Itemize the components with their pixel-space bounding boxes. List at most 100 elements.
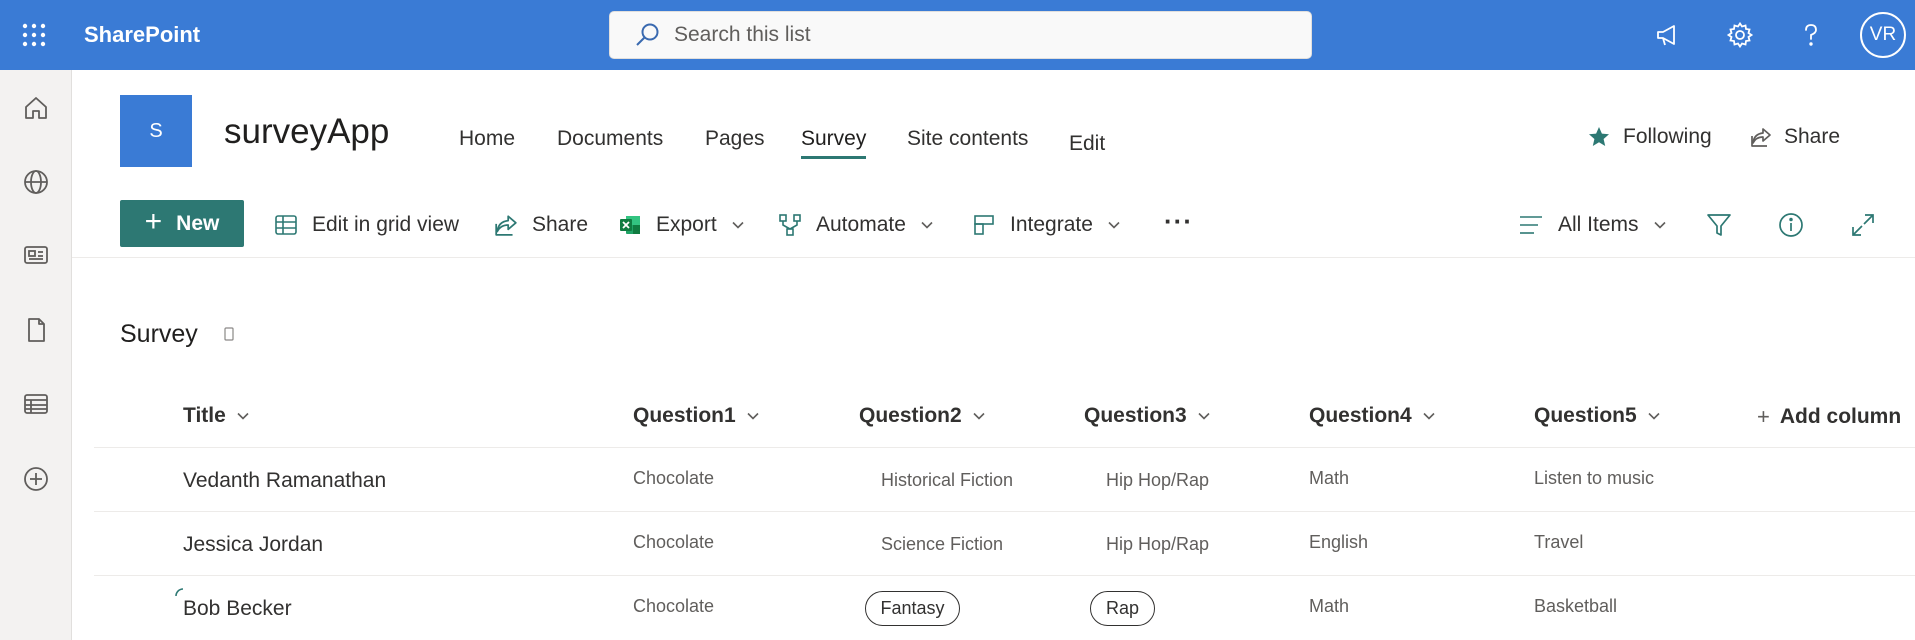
cell-question3: Hip Hop/Rap (1106, 470, 1210, 490)
filter-icon[interactable] (1702, 208, 1736, 242)
chevron-down-icon (747, 412, 759, 420)
cell-question4: Math (1309, 596, 1350, 616)
table-row[interactable]: Vedanth Ramanathan Chocolate Historical … (94, 448, 1915, 511)
view-selector[interactable]: All Items (1518, 210, 1667, 240)
cell-question5: Travel (1534, 532, 1584, 552)
column-header-title[interactable]: Title (183, 404, 250, 428)
search-input[interactable] (674, 23, 1274, 47)
cell-question2: Science Fiction (881, 534, 1004, 554)
expand-icon[interactable] (1846, 208, 1880, 242)
column-header-label: Question2 (859, 404, 962, 427)
column-header-label: Question3 (1084, 404, 1187, 427)
site-title[interactable]: surveyApp (224, 112, 389, 152)
loading-spinner-icon (175, 588, 184, 597)
edit-grid-view-button[interactable]: Edit in grid view (274, 210, 459, 240)
plus-icon: + (1757, 404, 1770, 429)
search-box[interactable] (609, 11, 1312, 59)
star-icon (1589, 127, 1609, 146)
site-share-label: Share (1784, 125, 1841, 148)
file-icon[interactable] (16, 310, 56, 350)
suite-bar: SharePoint VR (0, 0, 1915, 70)
megaphone-icon[interactable] (1650, 17, 1686, 53)
integrate-icon (974, 215, 994, 235)
waffle-icon[interactable] (14, 15, 54, 55)
excel-icon (620, 216, 640, 234)
cell-question1: Chocolate (633, 596, 715, 616)
add-column-button[interactable]: + Add column (1757, 404, 1901, 430)
column-header-label: Question1 (633, 404, 736, 427)
integrate-button[interactable]: Integrate (972, 210, 1121, 240)
cell-title[interactable]: Bob Becker (183, 597, 292, 621)
following-label: Following (1623, 125, 1712, 148)
column-header-question5[interactable]: Question5 (1534, 404, 1661, 428)
nav-documents[interactable]: Documents (557, 127, 663, 151)
nav-site-contents[interactable]: Site contents (907, 127, 1028, 151)
automate-button[interactable]: Automate (778, 210, 934, 240)
nav-home[interactable]: Home (459, 127, 515, 151)
cell-question3: Hip Hop/Rap (1106, 534, 1210, 554)
automate-label: Automate (816, 213, 906, 236)
choice-pill: Rap (1090, 591, 1155, 626)
chevron-down-icon (237, 412, 249, 420)
column-header-question2[interactable]: Question2 (859, 404, 986, 428)
globe-icon[interactable] (16, 162, 56, 202)
list-view-icon (1520, 216, 1542, 234)
cell-question1: Chocolate (633, 532, 715, 552)
view-label: All Items (1558, 213, 1639, 236)
nav-edit[interactable]: Edit (1069, 132, 1105, 156)
chevron-down-icon (1648, 412, 1660, 420)
grid-icon (275, 215, 297, 235)
site-share-button[interactable]: Share (1750, 125, 1840, 149)
new-label: New (176, 211, 220, 235)
cell-question5: Listen to music (1534, 468, 1655, 488)
chevron-down-icon (973, 412, 985, 420)
column-header-label: Question4 (1309, 404, 1412, 427)
news-icon[interactable] (16, 235, 56, 275)
app-name[interactable]: SharePoint (84, 22, 200, 48)
more-button[interactable]: ··· (1164, 206, 1193, 236)
column-header-label: Title (183, 404, 226, 427)
edit-grid-label: Edit in grid view (312, 213, 460, 236)
chevron-down-icon (1423, 412, 1435, 420)
column-header-question4[interactable]: Question4 (1309, 404, 1436, 428)
list-icon[interactable] (16, 384, 56, 424)
export-label: Export (656, 213, 717, 236)
avatar[interactable]: VR (1860, 12, 1906, 58)
info-icon[interactable] (1774, 208, 1808, 242)
list-title: Survey (120, 320, 198, 348)
cell-question2: Historical Fiction (881, 470, 1014, 490)
cell-question4: English (1309, 532, 1369, 552)
following-button[interactable]: Following (1587, 125, 1712, 149)
nav-pages[interactable]: Pages (705, 127, 765, 151)
gear-icon[interactable] (1722, 17, 1758, 53)
site-logo[interactable]: S (120, 95, 192, 167)
column-header-question3[interactable]: Question3 (1084, 404, 1211, 428)
share-button[interactable]: Share (494, 210, 588, 240)
chevron-down-icon (732, 221, 744, 229)
cell-question1: Chocolate (633, 468, 715, 488)
cell-question5: Basketball (1534, 596, 1618, 616)
table-row[interactable]: Jessica Jordan Chocolate Science Fiction… (94, 512, 1915, 575)
choice-pill: Fantasy (865, 591, 960, 626)
share-icon (495, 215, 517, 236)
cell-title[interactable]: Vedanth Ramanathan (183, 469, 386, 493)
command-bar-divider (72, 257, 1915, 258)
cell-question4: Math (1309, 468, 1350, 488)
add-icon[interactable] (16, 459, 56, 499)
chevron-down-icon (1108, 221, 1120, 229)
share-label: Share (532, 213, 589, 236)
chevron-down-icon (1198, 412, 1210, 420)
export-button[interactable]: Export (618, 210, 745, 240)
integrate-label: Integrate (1010, 213, 1093, 236)
list-info-icon[interactable] (222, 326, 236, 342)
column-header-question1[interactable]: Question1 (633, 404, 760, 428)
cell-title[interactable]: Jessica Jordan (183, 533, 323, 557)
table-row[interactable]: Bob Becker Chocolate Fantasy Rap Math Ba… (94, 576, 1915, 639)
add-column-label: Add column (1779, 405, 1902, 428)
share-icon (1751, 128, 1771, 147)
nav-survey[interactable]: Survey (801, 127, 867, 159)
new-button[interactable]: + New (120, 200, 244, 247)
home-icon[interactable] (16, 88, 56, 128)
help-icon[interactable] (1793, 17, 1829, 53)
plus-icon: + (144, 205, 163, 238)
